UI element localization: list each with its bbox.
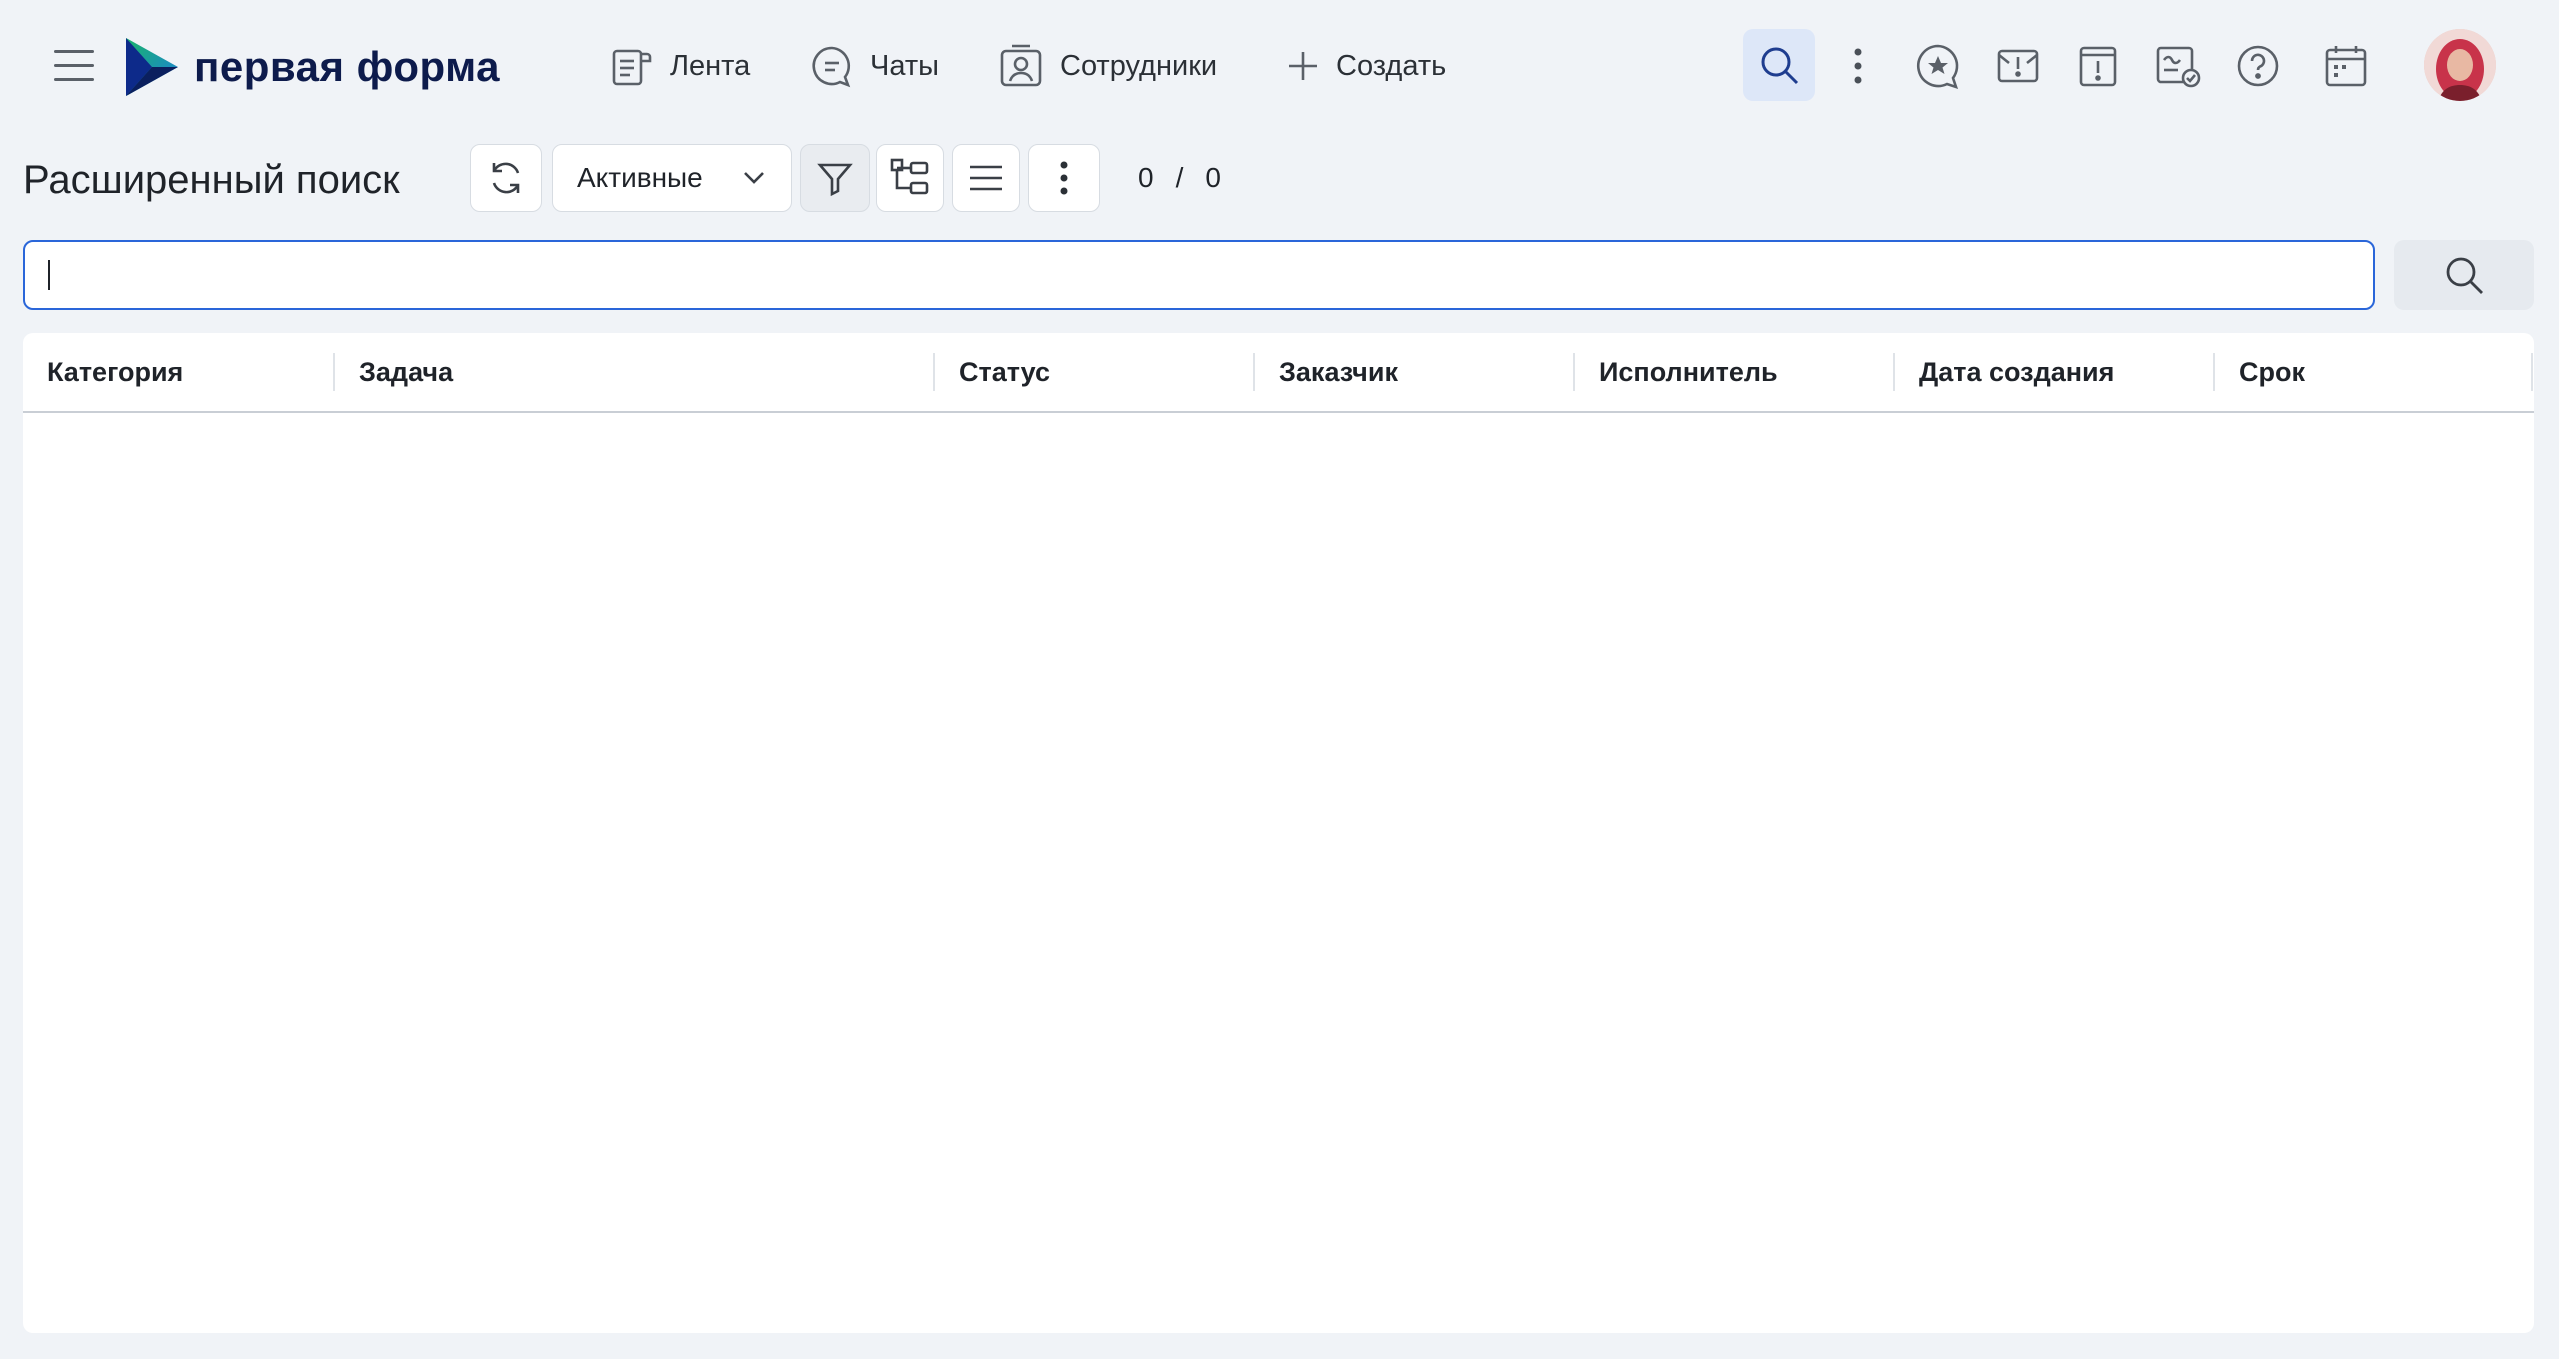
status-filter-value: Активные (577, 162, 703, 193)
calendar-icon (2325, 46, 2367, 87)
results-table: Категория Задача Статус Заказчик Исполни… (23, 333, 2534, 1333)
help-icon (2237, 45, 2279, 87)
logo-text: первая форма (194, 43, 501, 90)
filter-icon (817, 163, 853, 197)
nav-chats-label: Чаты (870, 49, 939, 82)
list-icon (970, 165, 1002, 191)
column-header-created-date[interactable]: Дата создания (1895, 333, 2213, 411)
avatar[interactable] (2424, 29, 2496, 101)
search-submit-button[interactable] (2394, 240, 2534, 310)
chat-icon (812, 46, 851, 88)
top-bar: первая форма Лента Чаты Сотрудники Созда… (0, 0, 2559, 132)
nav-feed-label: Лента (670, 49, 751, 82)
user-avatar-icon (2424, 29, 2496, 101)
table-header: Категория Задача Статус Заказчик Исполни… (23, 333, 2534, 413)
tree-icon (890, 158, 929, 195)
status-filter-dropdown[interactable]: Активные (552, 144, 792, 212)
column-header-deadline[interactable]: Срок (2215, 333, 2533, 411)
nav-create-label: Создать (1336, 49, 1447, 82)
nav-feed[interactable]: Лента (610, 38, 750, 94)
search-icon (1761, 47, 1799, 85)
search-icon (2446, 257, 2483, 294)
toolbar-more-button[interactable] (1028, 144, 1100, 212)
result-counter: 0 / 0 (1138, 162, 1221, 194)
counter-total: 0 (1205, 162, 1221, 193)
counter-current: 0 (1138, 162, 1154, 193)
page-title: Расширенный поиск (23, 158, 400, 202)
approvals-button[interactable] (2148, 36, 2208, 96)
important-mail-button[interactable] (1988, 36, 2048, 96)
urgent-icon (2079, 46, 2117, 87)
plus-icon (1289, 52, 1317, 80)
chevron-down-icon (744, 172, 764, 184)
urgent-button[interactable] (2068, 36, 2128, 96)
list-view-button[interactable] (952, 144, 1020, 212)
calendar-button[interactable] (2316, 36, 2376, 96)
text-caret (48, 260, 50, 290)
column-header-category[interactable]: Категория (23, 333, 333, 411)
nav-create[interactable]: Создать (1286, 38, 1446, 94)
more-vertical-icon (1060, 161, 1068, 195)
refresh-icon (492, 162, 520, 194)
table-body (23, 413, 2534, 1333)
column-header-task[interactable]: Задача (335, 333, 935, 411)
more-vertical-icon (1854, 48, 1862, 84)
more-menu-button[interactable] (1828, 36, 1888, 96)
column-divider[interactable] (2531, 353, 2533, 391)
menu-icon[interactable] (48, 44, 100, 88)
refresh-button[interactable] (470, 144, 542, 212)
search-input[interactable] (23, 240, 2375, 310)
feed-icon (612, 49, 652, 86)
favorites-icon (1917, 44, 1959, 90)
nav-employees[interactable]: Сотрудники (998, 38, 1217, 94)
counter-separator: / (1175, 162, 1184, 193)
help-button[interactable] (2228, 36, 2288, 96)
global-search-button[interactable] (1743, 29, 1815, 101)
favorites-button[interactable] (1908, 36, 1968, 96)
important-mail-icon (1997, 49, 2039, 83)
employees-icon (1000, 44, 1042, 87)
nav-chats[interactable]: Чаты (810, 38, 939, 94)
tree-view-button[interactable] (876, 144, 944, 212)
column-header-assignee[interactable]: Исполнитель (1575, 333, 1893, 411)
approvals-icon (2156, 46, 2201, 88)
nav-employees-label: Сотрудники (1060, 49, 1218, 82)
logo[interactable]: первая форма (122, 34, 500, 100)
logo-icon (126, 38, 178, 96)
column-header-customer[interactable]: Заказчик (1255, 333, 1573, 411)
column-header-status[interactable]: Статус (935, 333, 1253, 411)
filter-button[interactable] (800, 144, 870, 212)
